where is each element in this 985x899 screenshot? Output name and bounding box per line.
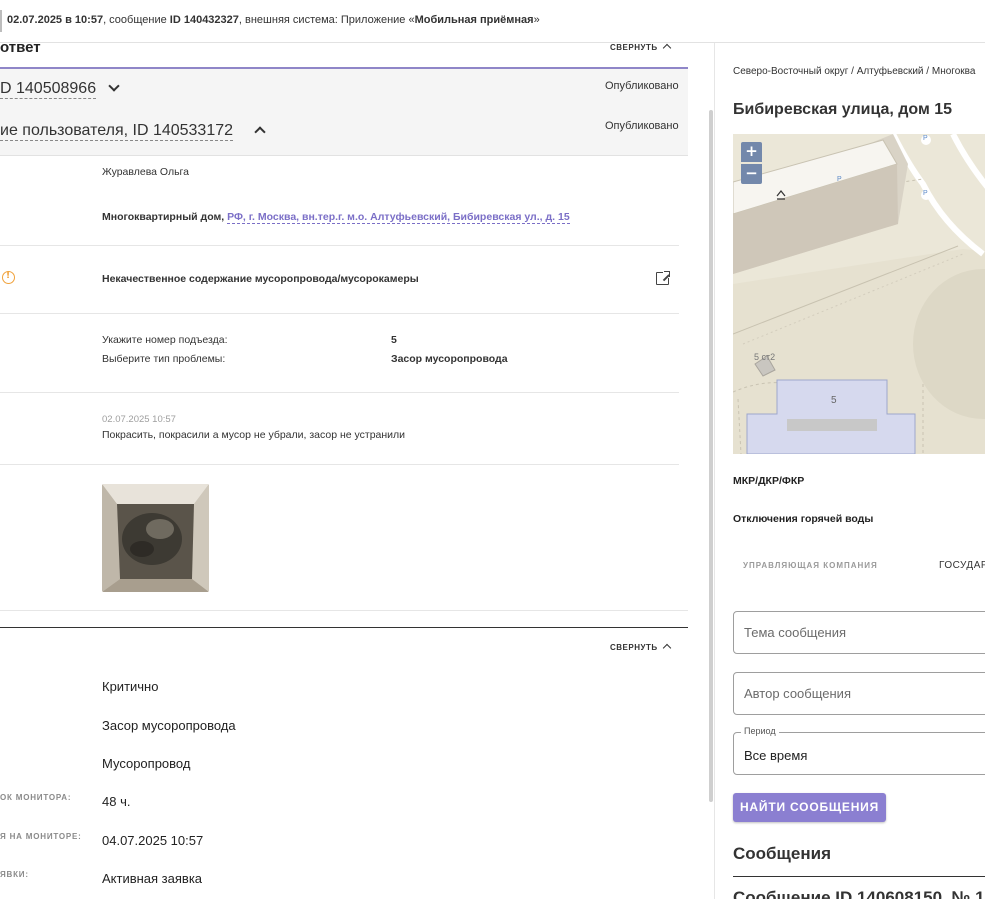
topic-placeholder: Тема сообщения [744,625,847,640]
message-header-bar: 02.07.2025 в 10:57, сообщение ID 1404323… [0,0,985,43]
answer-section-title: ответ [0,43,41,56]
meta-text: , сообщение [103,14,170,26]
map-building-number: 5 [831,395,837,406]
user-message-status: Опубликовано [605,120,679,132]
problem-type-value: Засор мусоропровода [102,718,236,733]
management-company-label: УПРАВЛЯЮЩАЯ КОМПАНИЯ [743,561,878,570]
answer-id-toggle[interactable]: D 140508966 [0,80,97,99]
field-value: 5 [391,334,397,346]
mkr-label: МКР/ДКР/ФКР [733,475,805,487]
find-messages-button[interactable]: НАЙТИ СООБЩЕНИЯ [733,793,886,822]
message-topic-input[interactable]: Тема сообщения [733,611,985,654]
parking-icon: P [923,190,928,197]
photo-image [102,484,209,592]
divider [0,464,679,465]
object-address: Многоквартирный дом, РФ, г. Москва, вн.т… [102,211,570,224]
parking-icon: P [923,135,928,142]
divider [0,245,679,246]
priority-value: Критично [102,679,159,694]
meta-text: » [533,14,540,26]
period-select[interactable]: Период Все время [733,726,985,775]
divider [0,392,679,393]
message-author-input[interactable]: Автор сообщения [733,672,985,715]
map[interactable]: + − 5 ст2 5 P P P [733,134,985,454]
chevron-up-icon [662,43,671,53]
field-label: Укажите номер подъезда: [102,334,228,346]
object-value: Мусоропровод [102,756,191,771]
messages-title: Сообщения [733,844,831,863]
zoom-in-button[interactable]: + [741,142,762,162]
object-address-title: Бибиревская улица, дом 15 [733,101,953,118]
management-company-value: ГОСУДАР [939,560,985,571]
divider [0,313,679,314]
monitor-term-value: 48 ч. [102,794,131,809]
header-marker [0,10,2,32]
author-name: Журавлева Ольга [102,166,189,178]
field-value: Засор мусоропровода [391,353,508,365]
messages-divider [733,876,985,877]
chevron-up-icon [662,643,671,653]
collapse-details-button[interactable]: СВЕРНУТЬ [610,643,671,653]
address-link[interactable]: РФ, г. Москва, вн.тер.г. м.о. Алтуфьевск… [227,211,570,224]
collapse-label: СВЕРНУТЬ [610,43,658,52]
scrollbar[interactable] [709,110,713,802]
author-placeholder: Автор сообщения [744,686,851,701]
breadcrumb[interactable]: Северо-Восточный округ / Алтуфьевский / … [733,66,975,77]
field-label: Выберите тип проблемы: [102,353,226,365]
object-side-panel: Северо-Восточный округ / Алтуфьевский / … [715,43,985,899]
request-status-label: ЯВКИ: [0,870,29,879]
collapse-answer-button[interactable]: СВЕРНУТЬ [610,43,671,53]
answer-status: Опубликовано [605,80,679,92]
parking-icon: P [837,176,842,183]
open-external-icon[interactable] [656,270,671,285]
divider [0,610,688,611]
external-system: Мобильная приёмная [414,14,534,26]
warning-icon [2,271,15,284]
meta-text: , внешняя система: Приложение « [238,14,415,26]
map-building-label: 5 ст2 [754,352,776,362]
map-canvas [733,134,985,454]
period-label: Период [741,726,779,736]
collapse-label: СВЕРНУТЬ [610,643,658,652]
user-message-toggle[interactable]: ие пользователя, ID 140533172 [0,122,234,141]
problem-category: Некачественное содержание мусоропровода/… [102,273,419,285]
section-divider [0,627,688,628]
building-type: Многоквартирный дом, [102,211,225,223]
monitor-term-label: ОК МОНИТОРА: [0,793,72,802]
message-detail-panel: ответ СВЕРНУТЬ D 140508966 Опубликовано … [0,43,714,899]
monitor-deadline-value: 04.07.2025 10:57 [102,833,204,848]
arrow-shape [663,270,671,278]
hot-water-label: Отключения горячей воды [733,513,874,525]
request-status-value: Активная заявка [102,871,203,886]
message-meta: 02.07.2025 в 10:57, сообщение ID 1404323… [7,14,540,26]
message-id: ID 140432327 [169,14,239,26]
attached-photo[interactable] [102,484,209,592]
comment-date: 02.07.2025 10:57 [102,414,176,425]
zoom-out-button[interactable]: − [741,164,762,184]
answer-thread-header [0,69,688,156]
period-value: Все время [744,748,808,763]
message-list-item[interactable]: Сообщение ID 140608150, № 14 [733,888,985,899]
comment-text: Покрасить, покрасили а мусор не убрали, … [102,429,406,441]
message-date: 02.07.2025 в 10:57 [7,14,104,26]
monitor-deadline-label: Я НА МОНИТОРЕ: [0,832,82,841]
